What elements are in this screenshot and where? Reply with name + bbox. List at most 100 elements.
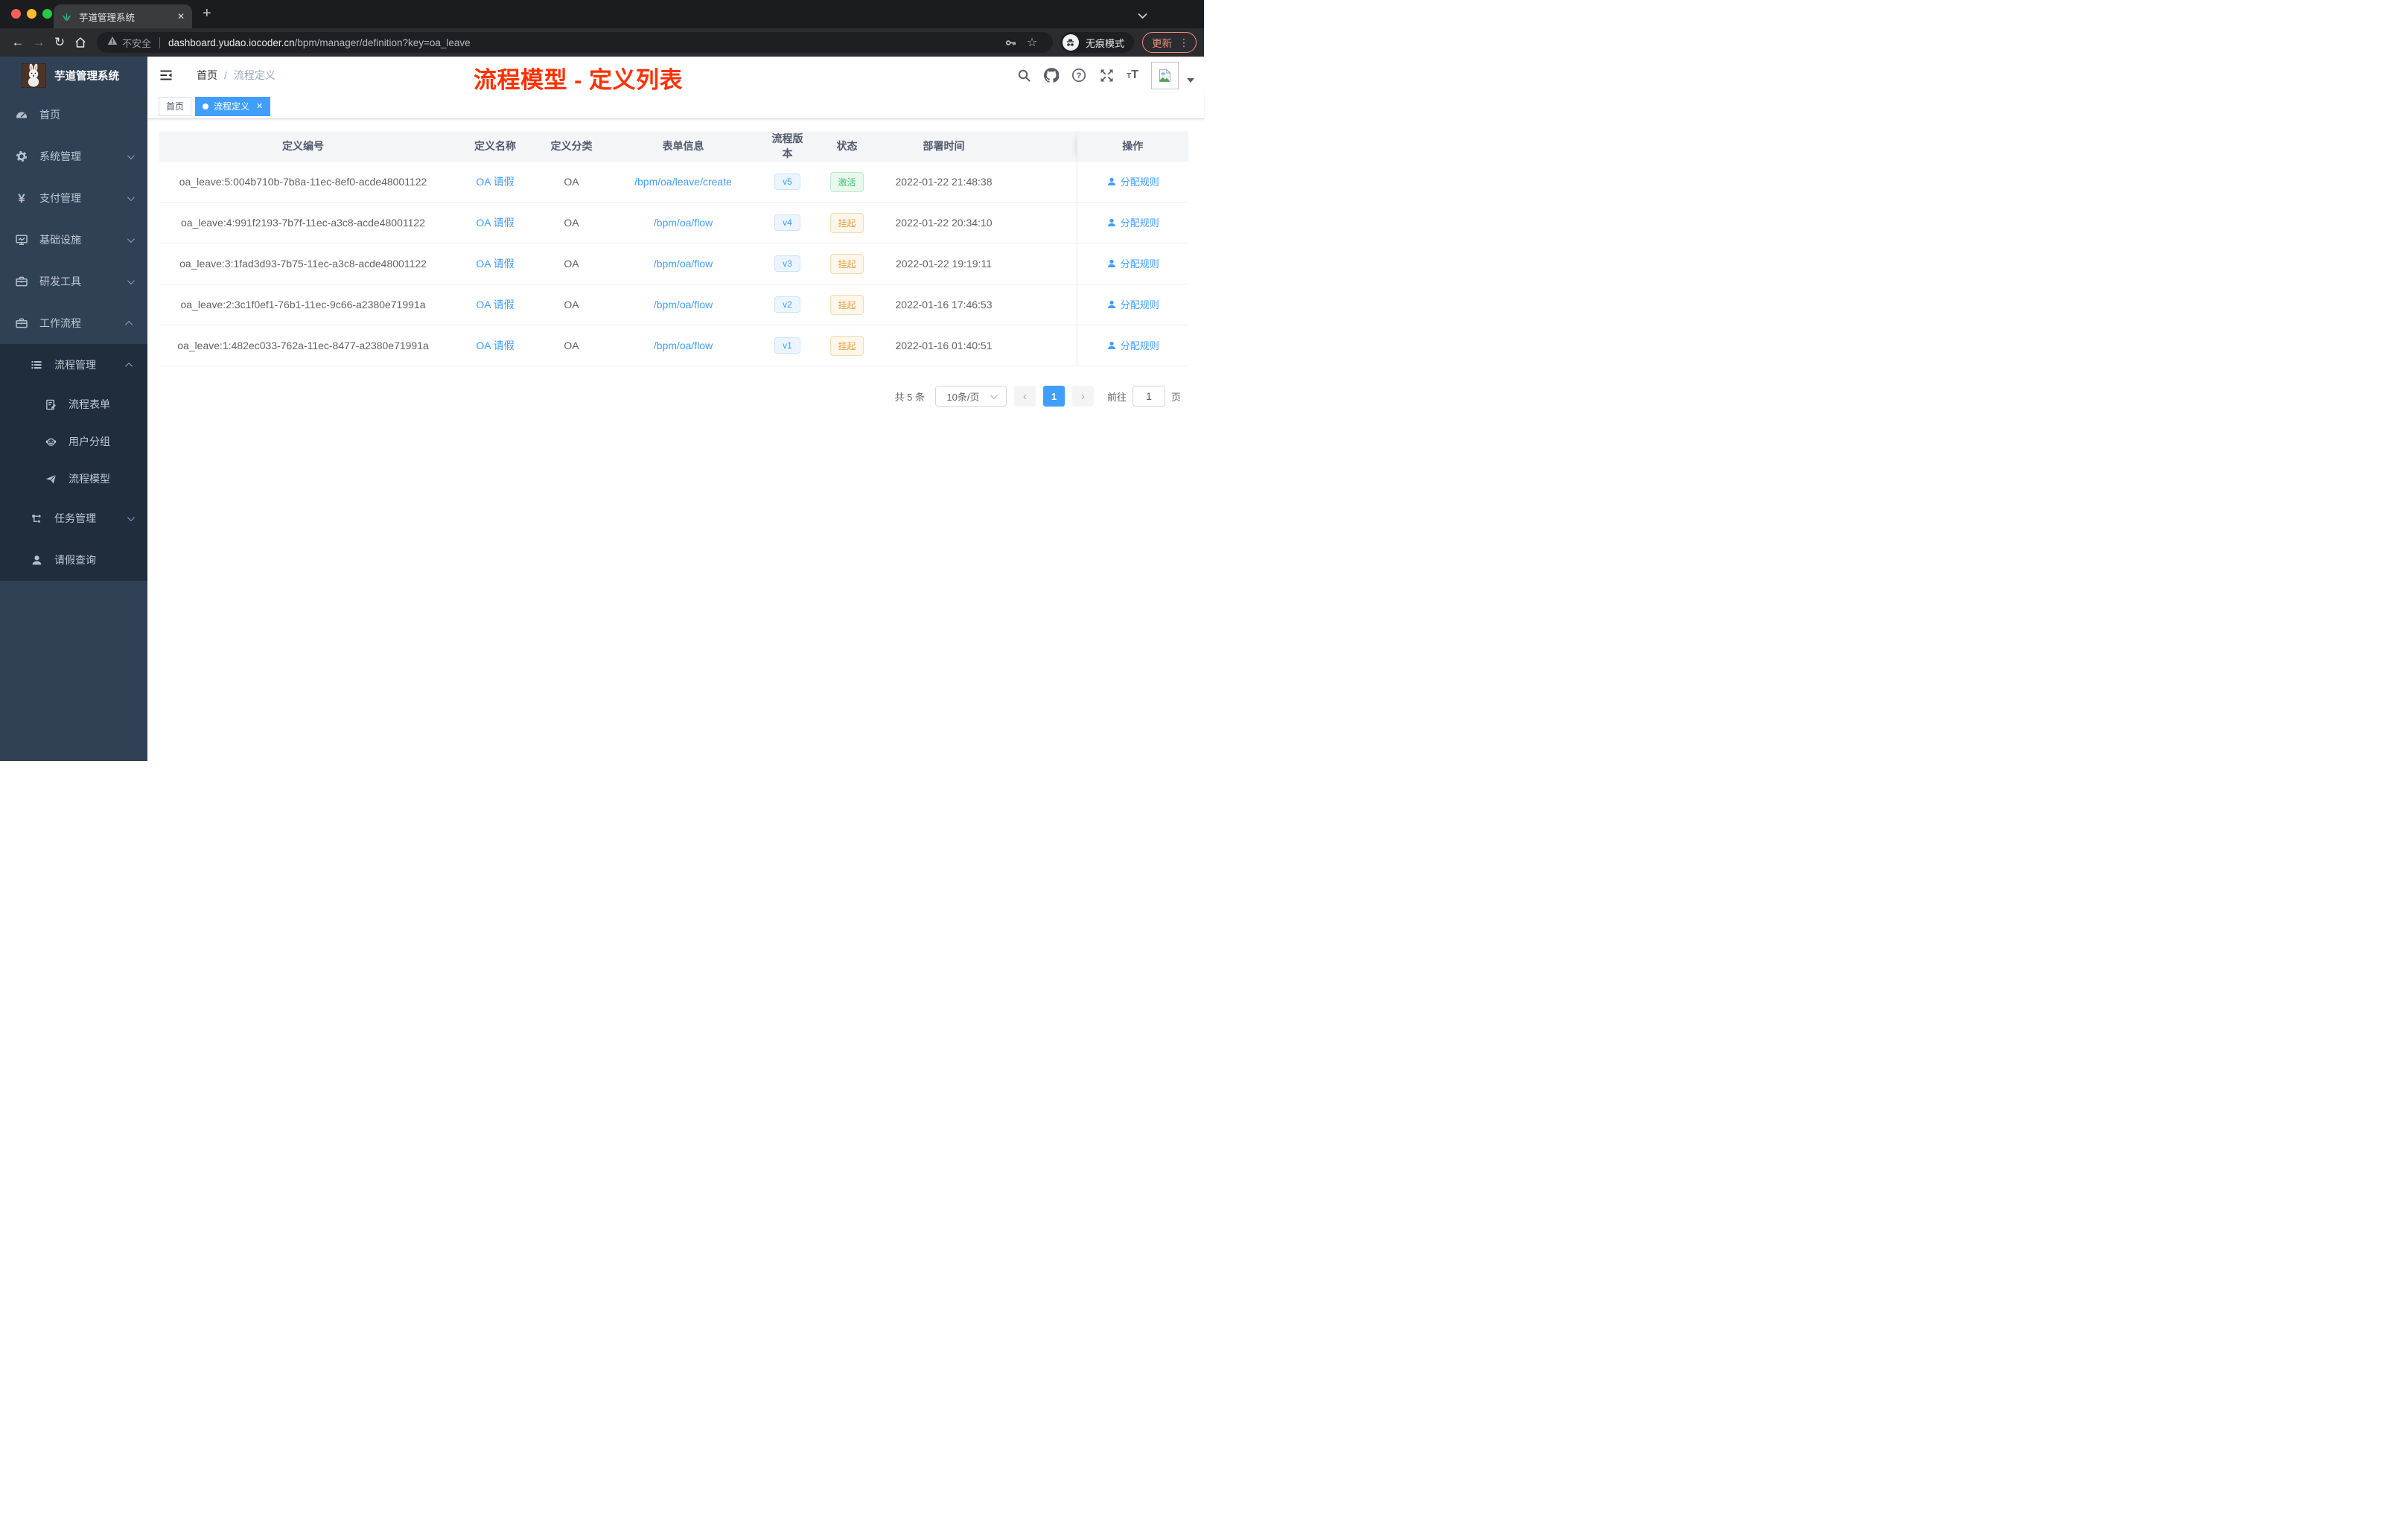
prev-page-button[interactable]: ‹ bbox=[1013, 386, 1036, 407]
definition-name-link[interactable]: OA 请假 bbox=[476, 176, 514, 188]
home-icon[interactable] bbox=[70, 32, 91, 53]
definition-id: oa_leave:4:991f2193-7b7f-11ec-a3c8-acde4… bbox=[159, 202, 447, 243]
version-badge: v3 bbox=[774, 255, 800, 272]
help-icon[interactable]: ? bbox=[1071, 68, 1086, 83]
column-header: 状态 bbox=[808, 131, 886, 162]
close-window-button[interactable] bbox=[11, 9, 21, 19]
new-tab-button[interactable]: + bbox=[203, 6, 211, 21]
browser-menu-icon[interactable]: ⋮ bbox=[1179, 36, 1189, 49]
browser-tab[interactable]: 芋道管理系统 ✕ bbox=[54, 4, 192, 28]
sidebar-logo[interactable]: 芋道管理系统 bbox=[0, 57, 147, 94]
assign-rule-link[interactable]: 分配规则 bbox=[1106, 297, 1159, 311]
form-info-link[interactable]: /bpm/oa/flow bbox=[654, 340, 713, 351]
sidebar-item-leave-query[interactable]: 请假查询 bbox=[0, 539, 147, 581]
tag-label: 首页 bbox=[166, 101, 185, 112]
definition-category: OA bbox=[544, 161, 599, 203]
sidebar-item-process-model[interactable]: 流程模型 bbox=[0, 460, 147, 497]
yen-icon: ¥ bbox=[18, 191, 25, 206]
tree-icon bbox=[30, 512, 43, 525]
sidebar-item-label: 基础设施 bbox=[39, 234, 81, 246]
current-page-button[interactable]: 1 bbox=[1042, 386, 1065, 407]
password-key-icon[interactable] bbox=[1001, 32, 1022, 53]
tag-process-definition[interactable]: 流程定义 ✕ bbox=[195, 96, 271, 116]
sidebar-item-label: 流程模型 bbox=[69, 473, 110, 485]
sidebar-item-process-management[interactable]: 流程管理 bbox=[0, 344, 147, 386]
tab-close-icon[interactable]: ✕ bbox=[177, 11, 185, 22]
form-info-link[interactable]: /bpm/oa/flow bbox=[654, 217, 713, 229]
sidebar-item-label: 用户分组 bbox=[69, 436, 110, 448]
security-warning-icon[interactable] bbox=[107, 36, 118, 49]
window-controls[interactable] bbox=[11, 9, 52, 19]
page-size-select[interactable]: 10条/页 bbox=[934, 386, 1007, 407]
form-info-link[interactable]: /bpm/oa/leave/create bbox=[634, 176, 732, 188]
page-overlay-title: 流程模型 - 定义列表 bbox=[474, 67, 684, 93]
assign-rule-link[interactable]: 分配规则 bbox=[1106, 338, 1159, 352]
definition-name-link[interactable]: OA 请假 bbox=[476, 258, 514, 270]
definition-category: OA bbox=[544, 325, 599, 366]
browser-update-button[interactable]: 更新 ⋮ bbox=[1142, 32, 1197, 53]
sidebar-item-label: 流程管理 bbox=[54, 359, 96, 371]
column-header: 定义编号 bbox=[159, 131, 447, 162]
sidebar-item-devtools[interactable]: 研发工具 bbox=[0, 261, 147, 302]
bookmark-star-icon[interactable]: ☆ bbox=[1022, 32, 1042, 53]
forward-icon[interactable]: → bbox=[28, 32, 49, 53]
content-area: 定义编号 定义名称 定义分类 表单信息 流程版本 状态 部署时间 操作 oa_l… bbox=[147, 119, 1204, 761]
status-badge: 激活 bbox=[830, 171, 864, 192]
version-badge: v2 bbox=[774, 296, 800, 313]
minimize-window-button[interactable] bbox=[27, 9, 36, 19]
sidebar-item-payment[interactable]: ¥ 支付管理 bbox=[0, 177, 147, 219]
definition-name-link[interactable]: OA 请假 bbox=[476, 340, 514, 351]
security-label[interactable]: 不安全 bbox=[122, 36, 151, 50]
user-menu-caret-icon[interactable] bbox=[1187, 78, 1194, 83]
sidebar-item-task-management[interactable]: 任务管理 bbox=[0, 497, 147, 539]
assign-rule-link[interactable]: 分配规则 bbox=[1106, 256, 1159, 270]
sidebar-item-workflow[interactable]: 工作流程 bbox=[0, 302, 147, 344]
github-icon[interactable] bbox=[1044, 68, 1060, 83]
deploy-time: 2022-01-22 19:19:11 bbox=[886, 243, 1001, 284]
zoom-window-button[interactable] bbox=[42, 9, 52, 19]
sidebar-item-process-form[interactable]: 流程表单 bbox=[0, 386, 147, 423]
goto-page-input[interactable]: 1 bbox=[1132, 386, 1165, 407]
tab-search-chevron-icon[interactable] bbox=[1138, 10, 1147, 23]
definition-category: OA bbox=[544, 202, 599, 243]
form-info-link[interactable]: /bpm/oa/flow bbox=[654, 258, 713, 270]
tag-close-icon[interactable]: ✕ bbox=[256, 101, 263, 111]
sidebar-item-label: 任务管理 bbox=[54, 512, 96, 524]
back-icon[interactable]: ← bbox=[7, 32, 28, 53]
main-panel: 首页 / 流程定义 流程模型 - 定义列表 ? TT 首页 流程定义 ✕ 定义编… bbox=[147, 57, 1204, 761]
app-title: 芋道管理系统 bbox=[54, 70, 119, 83]
search-icon[interactable] bbox=[1016, 68, 1031, 83]
breadcrumb-home[interactable]: 首页 bbox=[197, 68, 217, 83]
sidebar: 芋道管理系统 首页 系统管理 ¥ 支付管理 基础设施 研发工具 工作流程 流程管… bbox=[0, 57, 147, 761]
deploy-time: 2022-01-16 17:46:53 bbox=[886, 284, 1001, 325]
definition-id: oa_leave:1:482ec033-762a-11ec-8477-a2380… bbox=[159, 325, 447, 366]
column-header: 操作 bbox=[1076, 131, 1188, 162]
assign-rule-link[interactable]: 分配规则 bbox=[1106, 215, 1159, 229]
user-avatar-broken-image[interactable] bbox=[1151, 61, 1179, 89]
paper-plane-icon bbox=[44, 472, 57, 485]
update-label[interactable]: 更新 bbox=[1152, 35, 1172, 50]
chevron-down-icon bbox=[127, 193, 135, 201]
definition-name-link[interactable]: OA 请假 bbox=[476, 217, 514, 229]
column-header: 定义分类 bbox=[544, 131, 599, 162]
url-bar[interactable]: 不安全 dashboard.yudao.iocoder.cn/bpm/manag… bbox=[97, 32, 1053, 53]
tag-home[interactable]: 首页 bbox=[159, 96, 192, 116]
sidebar-item-home[interactable]: 首页 bbox=[0, 94, 147, 136]
sidebar-item-user-group[interactable]: 用户分组 bbox=[0, 423, 147, 460]
url-text[interactable]: dashboard.yudao.iocoder.cn/bpm/manager/d… bbox=[168, 37, 1001, 48]
assign-rule-link[interactable]: 分配规则 bbox=[1106, 174, 1159, 188]
sidebar-item-infrastructure[interactable]: 基础设施 bbox=[0, 219, 147, 261]
sidebar-item-system[interactable]: 系统管理 bbox=[0, 136, 147, 177]
fullscreen-icon[interactable] bbox=[1099, 68, 1114, 83]
definition-name-link[interactable]: OA 请假 bbox=[476, 299, 514, 311]
briefcase-icon bbox=[15, 316, 28, 330]
definition-category: OA bbox=[544, 284, 599, 325]
definition-table: 定义编号 定义名称 定义分类 表单信息 流程版本 状态 部署时间 操作 oa_l… bbox=[159, 131, 1188, 366]
reload-icon[interactable]: ↻ bbox=[49, 32, 70, 53]
status-badge: 挂起 bbox=[830, 212, 864, 233]
next-page-button[interactable]: › bbox=[1071, 386, 1094, 407]
sidebar-collapse-icon[interactable] bbox=[147, 68, 185, 83]
goto-unit: 页 bbox=[1170, 391, 1181, 403]
form-info-link[interactable]: /bpm/oa/flow bbox=[654, 299, 713, 311]
font-size-icon[interactable]: TT bbox=[1127, 69, 1138, 82]
